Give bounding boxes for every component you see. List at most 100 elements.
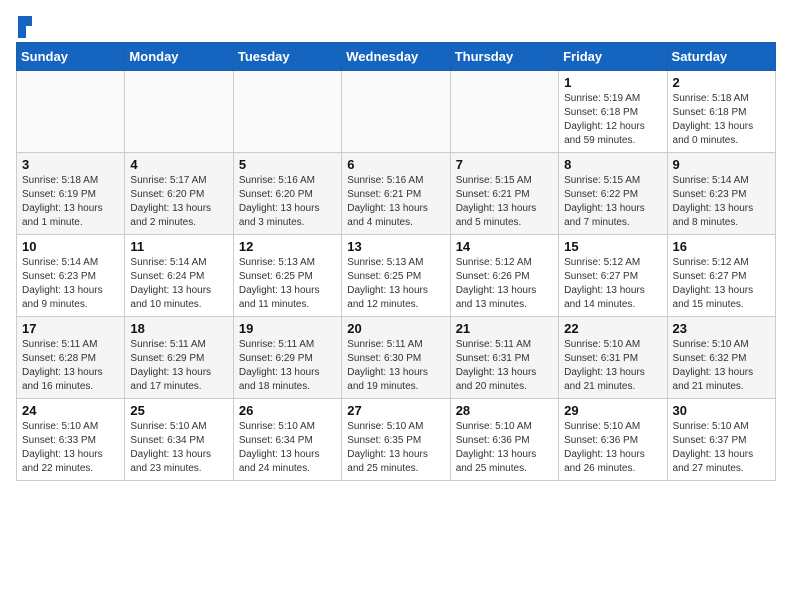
day-number: 17 xyxy=(22,321,119,336)
calendar-day-cell xyxy=(125,71,233,153)
day-info: Sunrise: 5:10 AM Sunset: 6:34 PM Dayligh… xyxy=(239,420,336,476)
calendar-day-cell: 22 Sunrise: 5:10 AM Sunset: 6:31 PM Dayli… xyxy=(559,317,667,399)
day-number: 28 xyxy=(456,403,553,418)
day-info: Sunrise: 5:11 AM Sunset: 6:29 PM Dayligh… xyxy=(130,338,227,394)
calendar-day-cell: 28 Sunrise: 5:10 AM Sunset: 6:36 PM Dayli… xyxy=(450,399,558,481)
weekday-header-sunday: Sunday xyxy=(17,43,125,71)
day-info: Sunrise: 5:12 AM Sunset: 6:26 PM Dayligh… xyxy=(456,256,553,312)
day-number: 8 xyxy=(564,157,661,172)
day-info: Sunrise: 5:16 AM Sunset: 6:21 PM Dayligh… xyxy=(347,174,444,230)
day-info: Sunrise: 5:15 AM Sunset: 6:22 PM Dayligh… xyxy=(564,174,661,230)
day-number: 12 xyxy=(239,239,336,254)
day-number: 14 xyxy=(456,239,553,254)
calendar-day-cell: 23 Sunrise: 5:10 AM Sunset: 6:32 PM Dayli… xyxy=(667,317,775,399)
day-info: Sunrise: 5:11 AM Sunset: 6:29 PM Dayligh… xyxy=(239,338,336,394)
calendar-day-cell: 11 Sunrise: 5:14 AM Sunset: 6:24 PM Dayli… xyxy=(125,235,233,317)
calendar-week-row: 3 Sunrise: 5:18 AM Sunset: 6:19 PM Daylig… xyxy=(17,153,776,235)
calendar-day-cell: 14 Sunrise: 5:12 AM Sunset: 6:26 PM Dayli… xyxy=(450,235,558,317)
day-number: 29 xyxy=(564,403,661,418)
weekday-header-thursday: Thursday xyxy=(450,43,558,71)
day-info: Sunrise: 5:10 AM Sunset: 6:36 PM Dayligh… xyxy=(456,420,553,476)
day-info: Sunrise: 5:12 AM Sunset: 6:27 PM Dayligh… xyxy=(673,256,770,312)
calendar-day-cell: 6 Sunrise: 5:16 AM Sunset: 6:21 PM Daylig… xyxy=(342,153,450,235)
weekday-header-monday: Monday xyxy=(125,43,233,71)
calendar-day-cell xyxy=(17,71,125,153)
day-number: 27 xyxy=(347,403,444,418)
day-number: 19 xyxy=(239,321,336,336)
day-info: Sunrise: 5:10 AM Sunset: 6:31 PM Dayligh… xyxy=(564,338,661,394)
day-info: Sunrise: 5:11 AM Sunset: 6:30 PM Dayligh… xyxy=(347,338,444,394)
day-info: Sunrise: 5:10 AM Sunset: 6:35 PM Dayligh… xyxy=(347,420,444,476)
day-info: Sunrise: 5:15 AM Sunset: 6:21 PM Dayligh… xyxy=(456,174,553,230)
day-number: 18 xyxy=(130,321,227,336)
calendar-day-cell: 9Sunrise: 5:14 AM Sunset: 6:23 PM Daylig… xyxy=(667,153,775,235)
day-number: 24 xyxy=(22,403,119,418)
calendar-day-cell: 2 Sunrise: 5:18 AM Sunset: 6:18 PM Daylig… xyxy=(667,71,775,153)
weekday-header-tuesday: Tuesday xyxy=(233,43,341,71)
calendar-day-cell xyxy=(233,71,341,153)
day-number: 30 xyxy=(673,403,770,418)
calendar-day-cell: 15 Sunrise: 5:12 AM Sunset: 6:27 PM Dayli… xyxy=(559,235,667,317)
calendar-day-cell: 10Sunrise: 5:14 AM Sunset: 6:23 PM Dayli… xyxy=(17,235,125,317)
day-info: Sunrise: 5:18 AM Sunset: 6:19 PM Dayligh… xyxy=(22,174,119,230)
day-number: 5 xyxy=(239,157,336,172)
calendar-day-cell: 16 Sunrise: 5:12 AM Sunset: 6:27 PM Dayli… xyxy=(667,235,775,317)
day-info: Sunrise: 5:10 AM Sunset: 6:36 PM Dayligh… xyxy=(564,420,661,476)
logo-flag-icon xyxy=(18,16,34,38)
calendar-day-cell: 25Sunrise: 5:10 AM Sunset: 6:34 PM Dayli… xyxy=(125,399,233,481)
calendar-day-cell: 27 Sunrise: 5:10 AM Sunset: 6:35 PM Dayli… xyxy=(342,399,450,481)
calendar-day-cell: 29 Sunrise: 5:10 AM Sunset: 6:36 PM Dayli… xyxy=(559,399,667,481)
calendar-day-cell xyxy=(450,71,558,153)
calendar-day-cell: 4Sunrise: 5:17 AM Sunset: 6:20 PM Daylig… xyxy=(125,153,233,235)
day-info: Sunrise: 5:13 AM Sunset: 6:25 PM Dayligh… xyxy=(239,256,336,312)
weekday-header-friday: Friday xyxy=(559,43,667,71)
calendar-day-cell: 1 Sunrise: 5:19 AM Sunset: 6:18 PM Daylig… xyxy=(559,71,667,153)
day-number: 23 xyxy=(673,321,770,336)
calendar-day-cell: 8 Sunrise: 5:15 AM Sunset: 6:22 PM Daylig… xyxy=(559,153,667,235)
day-number: 1 xyxy=(564,75,661,90)
day-number: 2 xyxy=(673,75,770,90)
day-number: 22 xyxy=(564,321,661,336)
day-info: Sunrise: 5:16 AM Sunset: 6:20 PM Dayligh… xyxy=(239,174,336,230)
day-number: 3 xyxy=(22,157,119,172)
calendar-day-cell: 20 Sunrise: 5:11 AM Sunset: 6:30 PM Dayli… xyxy=(342,317,450,399)
calendar-header-row: SundayMondayTuesdayWednesdayThursdayFrid… xyxy=(17,43,776,71)
day-number: 7 xyxy=(456,157,553,172)
day-info: Sunrise: 5:18 AM Sunset: 6:18 PM Dayligh… xyxy=(673,92,770,148)
calendar-day-cell xyxy=(342,71,450,153)
calendar-day-cell: 7 Sunrise: 5:15 AM Sunset: 6:21 PM Daylig… xyxy=(450,153,558,235)
calendar-day-cell: 18 Sunrise: 5:11 AM Sunset: 6:29 PM Dayli… xyxy=(125,317,233,399)
day-info: Sunrise: 5:12 AM Sunset: 6:27 PM Dayligh… xyxy=(564,256,661,312)
day-info: Sunrise: 5:14 AM Sunset: 6:24 PM Dayligh… xyxy=(130,256,227,312)
day-info: Sunrise: 5:11 AM Sunset: 6:31 PM Dayligh… xyxy=(456,338,553,394)
day-number: 11 xyxy=(130,239,227,254)
calendar-day-cell: 24Sunrise: 5:10 AM Sunset: 6:33 PM Dayli… xyxy=(17,399,125,481)
day-number: 13 xyxy=(347,239,444,254)
day-number: 15 xyxy=(564,239,661,254)
calendar-day-cell: 30Sunrise: 5:10 AM Sunset: 6:37 PM Dayli… xyxy=(667,399,775,481)
day-info: Sunrise: 5:10 AM Sunset: 6:34 PM Dayligh… xyxy=(130,420,227,476)
calendar-table: SundayMondayTuesdayWednesdayThursdayFrid… xyxy=(16,42,776,481)
day-number: 6 xyxy=(347,157,444,172)
calendar-day-cell: 19 Sunrise: 5:11 AM Sunset: 6:29 PM Dayli… xyxy=(233,317,341,399)
day-info: Sunrise: 5:19 AM Sunset: 6:18 PM Dayligh… xyxy=(564,92,661,148)
day-info: Sunrise: 5:10 AM Sunset: 6:32 PM Dayligh… xyxy=(673,338,770,394)
calendar-day-cell: 26Sunrise: 5:10 AM Sunset: 6:34 PM Dayli… xyxy=(233,399,341,481)
day-number: 16 xyxy=(673,239,770,254)
day-number: 4 xyxy=(130,157,227,172)
calendar-week-row: 10Sunrise: 5:14 AM Sunset: 6:23 PM Dayli… xyxy=(17,235,776,317)
weekday-header-wednesday: Wednesday xyxy=(342,43,450,71)
day-number: 21 xyxy=(456,321,553,336)
calendar-day-cell: 17Sunrise: 5:11 AM Sunset: 6:28 PM Dayli… xyxy=(17,317,125,399)
calendar-week-row: 17Sunrise: 5:11 AM Sunset: 6:28 PM Dayli… xyxy=(17,317,776,399)
page-header xyxy=(16,16,776,34)
day-info: Sunrise: 5:14 AM Sunset: 6:23 PM Dayligh… xyxy=(22,256,119,312)
logo xyxy=(16,16,34,34)
calendar-week-row: 1 Sunrise: 5:19 AM Sunset: 6:18 PM Daylig… xyxy=(17,71,776,153)
calendar-day-cell: 13Sunrise: 5:13 AM Sunset: 6:25 PM Dayli… xyxy=(342,235,450,317)
calendar-day-cell: 21 Sunrise: 5:11 AM Sunset: 6:31 PM Dayli… xyxy=(450,317,558,399)
day-number: 9 xyxy=(673,157,770,172)
calendar-week-row: 24Sunrise: 5:10 AM Sunset: 6:33 PM Dayli… xyxy=(17,399,776,481)
calendar-day-cell: 12 Sunrise: 5:13 AM Sunset: 6:25 PM Dayli… xyxy=(233,235,341,317)
day-number: 20 xyxy=(347,321,444,336)
